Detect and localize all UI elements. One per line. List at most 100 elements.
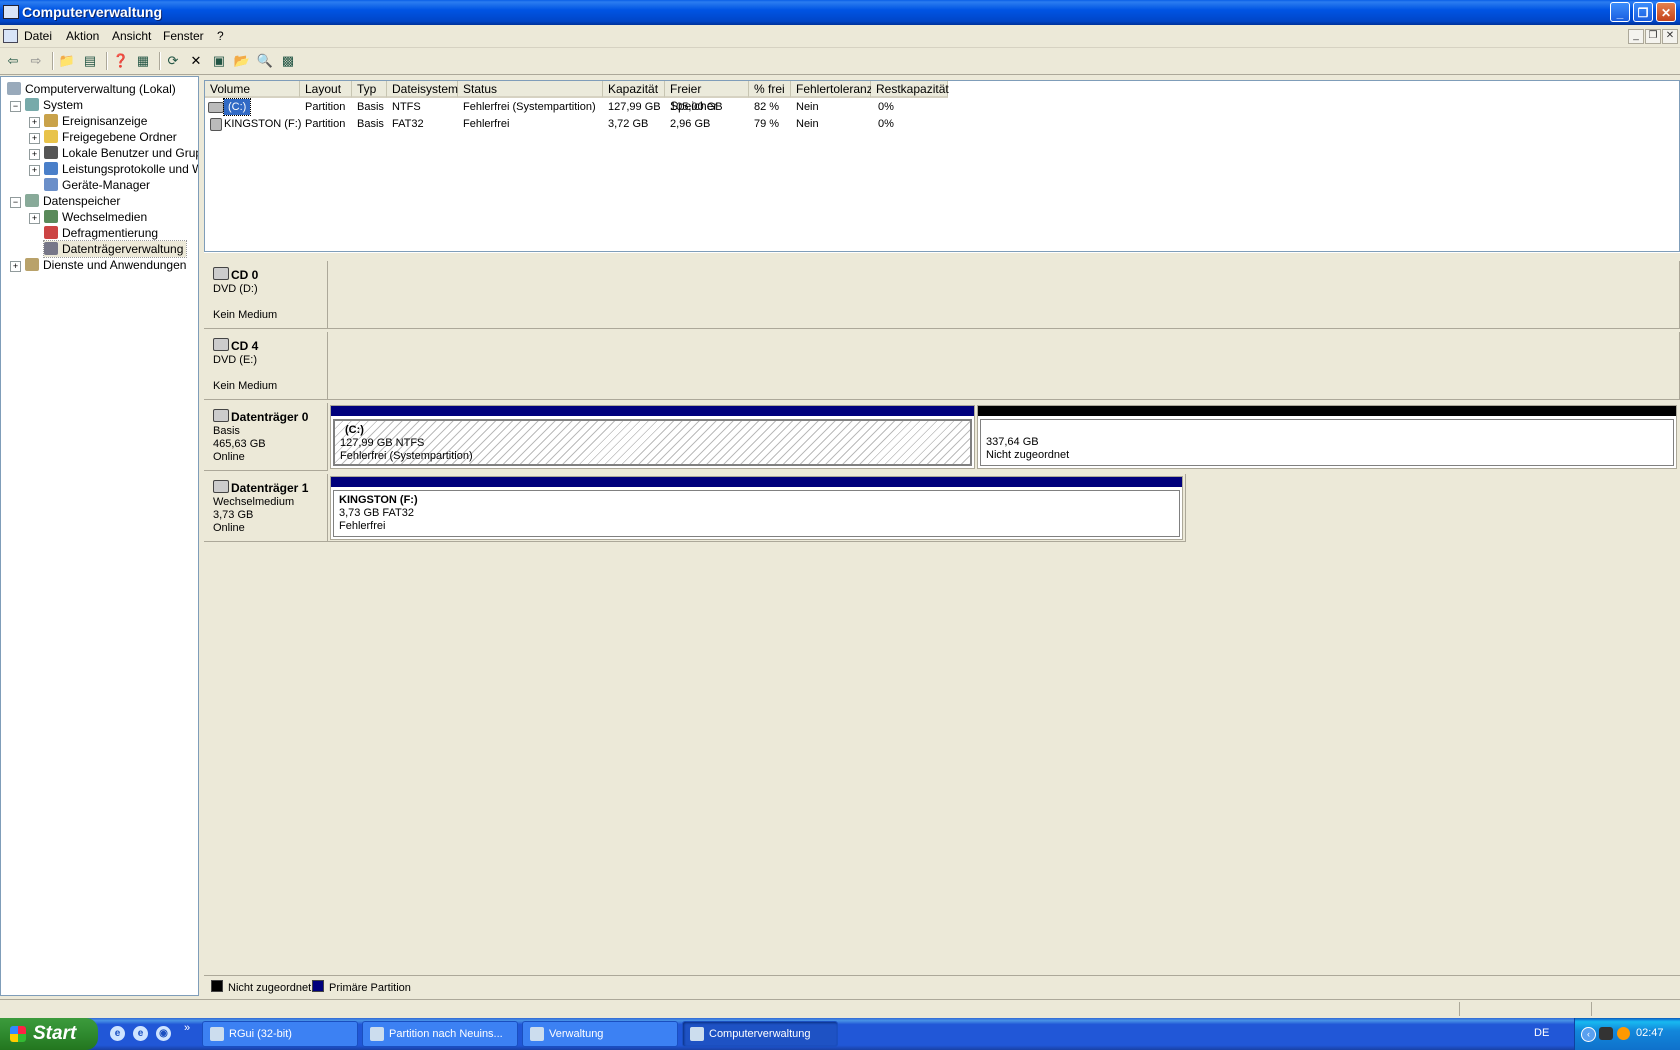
tree-device-manager[interactable]: Geräte-Manager	[44, 177, 150, 193]
language-indicator[interactable]: DE	[1534, 1027, 1549, 1039]
expand-services[interactable]: +	[10, 261, 21, 272]
start-button[interactable]: Start	[0, 1018, 98, 1050]
status-bar	[0, 999, 1680, 1018]
cell-percent-free: 79 %	[754, 118, 780, 130]
expand-performance-logs[interactable]: +	[29, 165, 40, 176]
tree-shared-folders[interactable]: Freigegebene Ordner	[44, 129, 177, 145]
disk-label-disk1[interactable]: Datenträger 1 Wechselmedium 3,73 GB Onli…	[204, 474, 328, 542]
expand-local-users[interactable]: +	[29, 149, 40, 160]
menu-aktion[interactable]: Aktion	[66, 29, 99, 43]
col-layout[interactable]: Layout	[300, 81, 352, 98]
tree-disk-management[interactable]: Datenträgerverwaltung	[42, 240, 188, 258]
users-icon	[44, 146, 58, 159]
cell-percent-free: 82 %	[754, 101, 780, 113]
show-hidden-icons[interactable]: ‹	[1581, 1027, 1596, 1042]
up-folder-icon[interactable]: 📁	[58, 52, 76, 70]
partition-status: Fehlerfrei	[339, 520, 386, 532]
col-capacity[interactable]: Kapazität	[603, 81, 665, 98]
refresh-icon[interactable]: ⟳	[164, 52, 182, 70]
child-close-button[interactable]: ✕	[1662, 29, 1678, 44]
primary-partition-bar	[331, 477, 1182, 487]
export-icon[interactable]: ▩	[279, 52, 297, 70]
table-row[interactable]: KINGSTON (F:) Partition Basis FAT32 Fehl…	[205, 116, 1679, 132]
collapse-system[interactable]: −	[10, 101, 21, 112]
tray-update-icon[interactable]	[1617, 1027, 1630, 1040]
col-fault-tolerance[interactable]: Fehlertoleranz	[791, 81, 873, 98]
partition-size: 127,99 GB NTFS	[340, 437, 425, 449]
tree-services[interactable]: Dienste und Anwendungen	[25, 257, 186, 273]
forward-icon[interactable]: ⇨	[27, 52, 45, 70]
show-tree-icon[interactable]: ▤	[81, 52, 99, 70]
tree-storage[interactable]: Datenspeicher	[25, 193, 120, 209]
ie2-quicklaunch-icon[interactable]: e	[133, 1026, 148, 1041]
help-icon[interactable]: ❓	[112, 52, 130, 70]
col-free-space[interactable]: Freier Speicher	[665, 81, 749, 113]
col-type[interactable]: Typ	[352, 81, 387, 98]
menu-datei[interactable]: Datei	[24, 29, 52, 43]
performance-logs-icon	[44, 162, 58, 175]
col-status[interactable]: Status	[458, 81, 603, 98]
system-tray: ‹ 02:47	[1574, 1018, 1680, 1050]
delete-icon[interactable]: ✕	[187, 52, 205, 70]
properties-icon[interactable]: ▦	[134, 52, 152, 70]
maximize-button[interactable]: ❐	[1633, 2, 1653, 22]
mmc-icon[interactable]	[3, 29, 18, 43]
disk-label-disk0[interactable]: Datenträger 0 Basis 465,63 GB Online	[204, 403, 328, 471]
device-manager-icon	[44, 178, 58, 191]
disk-row-cd0[interactable]: CD 0 DVD (D:) Kein Medium	[204, 261, 1680, 329]
child-restore-button[interactable]: ❐	[1645, 29, 1661, 44]
menu-help[interactable]: ?	[217, 29, 224, 43]
disk-row-disk0[interactable]: Datenträger 0 Basis 465,63 GB Online (C:…	[204, 403, 1680, 471]
cell-overhead: 0%	[878, 118, 894, 130]
col-filesystem[interactable]: Dateisystem	[387, 81, 458, 98]
disk-label-cd0[interactable]: CD 0 DVD (D:) Kein Medium	[204, 261, 328, 329]
partition-c[interactable]: (C:) 127,99 GB NTFS Fehlerfrei (Systempa…	[330, 405, 975, 469]
partition-unallocated[interactable]: 337,64 GB Nicht zugeordnet	[977, 405, 1677, 469]
collapse-storage[interactable]: −	[10, 197, 21, 208]
minimize-button[interactable]: _	[1610, 2, 1630, 22]
tree-root[interactable]: Computerverwaltung (Lokal)	[7, 81, 176, 97]
expand-removable-media[interactable]: +	[29, 213, 40, 224]
menu-ansicht[interactable]: Ansicht	[112, 29, 151, 43]
volume-list: Volume Layout Typ Dateisystem Status Kap…	[204, 80, 1680, 252]
search-icon[interactable]: 🔍	[256, 52, 274, 70]
back-icon[interactable]: ⇦	[4, 52, 22, 70]
cell-volume[interactable]: KINGSTON (F:)	[224, 116, 301, 132]
open-icon[interactable]: 📂	[233, 52, 251, 70]
window-title: Computerverwaltung	[22, 4, 163, 20]
disk-row-disk1[interactable]: Datenträger 1 Wechselmedium 3,73 GB Onli…	[204, 474, 1680, 542]
tree-removable-media[interactable]: Wechselmedien	[44, 209, 147, 225]
table-row[interactable]: (C:) Partition Basis NTFS Fehlerfrei (Sy…	[205, 98, 1679, 116]
task-computerverwaltung[interactable]: Computerverwaltung	[682, 1021, 838, 1047]
disk-label-cd4[interactable]: CD 4 DVD (E:) Kein Medium	[204, 332, 328, 400]
tree-defragmentation[interactable]: Defragmentierung	[44, 225, 158, 241]
menu-bar: Datei Aktion Ansicht Fenster ? _ ❐ ✕	[0, 25, 1680, 48]
task-verwaltung[interactable]: Verwaltung	[522, 1021, 678, 1047]
expand-shared-folders[interactable]: +	[29, 133, 40, 144]
child-minimize-button[interactable]: _	[1628, 29, 1644, 44]
quicklaunch-chevron-icon[interactable]: »	[184, 1022, 190, 1034]
unallocated-bar	[978, 406, 1676, 416]
cell-filesystem: NTFS	[392, 101, 421, 113]
menu-fenster[interactable]: Fenster	[163, 29, 204, 43]
disk-properties-icon[interactable]: ▣	[210, 52, 228, 70]
cell-volume[interactable]: (C:)	[222, 98, 252, 116]
expand-event-viewer[interactable]: +	[29, 117, 40, 128]
removable-media-icon	[44, 210, 58, 223]
close-button[interactable]: ✕	[1656, 2, 1676, 22]
tree-system[interactable]: System	[25, 97, 83, 113]
task-rgui[interactable]: RGui (32-bit)	[202, 1021, 358, 1047]
ie-quicklaunch-icon[interactable]: e	[110, 1026, 125, 1041]
col-percent-free[interactable]: % frei	[749, 81, 791, 98]
disk-row-cd4[interactable]: CD 4 DVD (E:) Kein Medium	[204, 332, 1680, 400]
col-overhead[interactable]: Restkapazität	[871, 81, 949, 98]
tree-performance-logs[interactable]: Leistungsprotokolle und Warnungen	[44, 161, 198, 177]
tree-local-users[interactable]: Lokale Benutzer und Gruppen	[44, 145, 198, 161]
clock[interactable]: 02:47	[1636, 1027, 1664, 1039]
tray-app-icon[interactable]	[1599, 1027, 1613, 1040]
col-volume[interactable]: Volume	[205, 81, 300, 98]
partition-kingston[interactable]: KINGSTON (F:) 3,73 GB FAT32 Fehlerfrei	[330, 476, 1183, 540]
task-partition[interactable]: Partition nach Neuins...	[362, 1021, 518, 1047]
desktop-quicklaunch-icon[interactable]: ◉	[156, 1026, 171, 1041]
tree-event-viewer[interactable]: Ereignisanzeige	[44, 113, 147, 129]
